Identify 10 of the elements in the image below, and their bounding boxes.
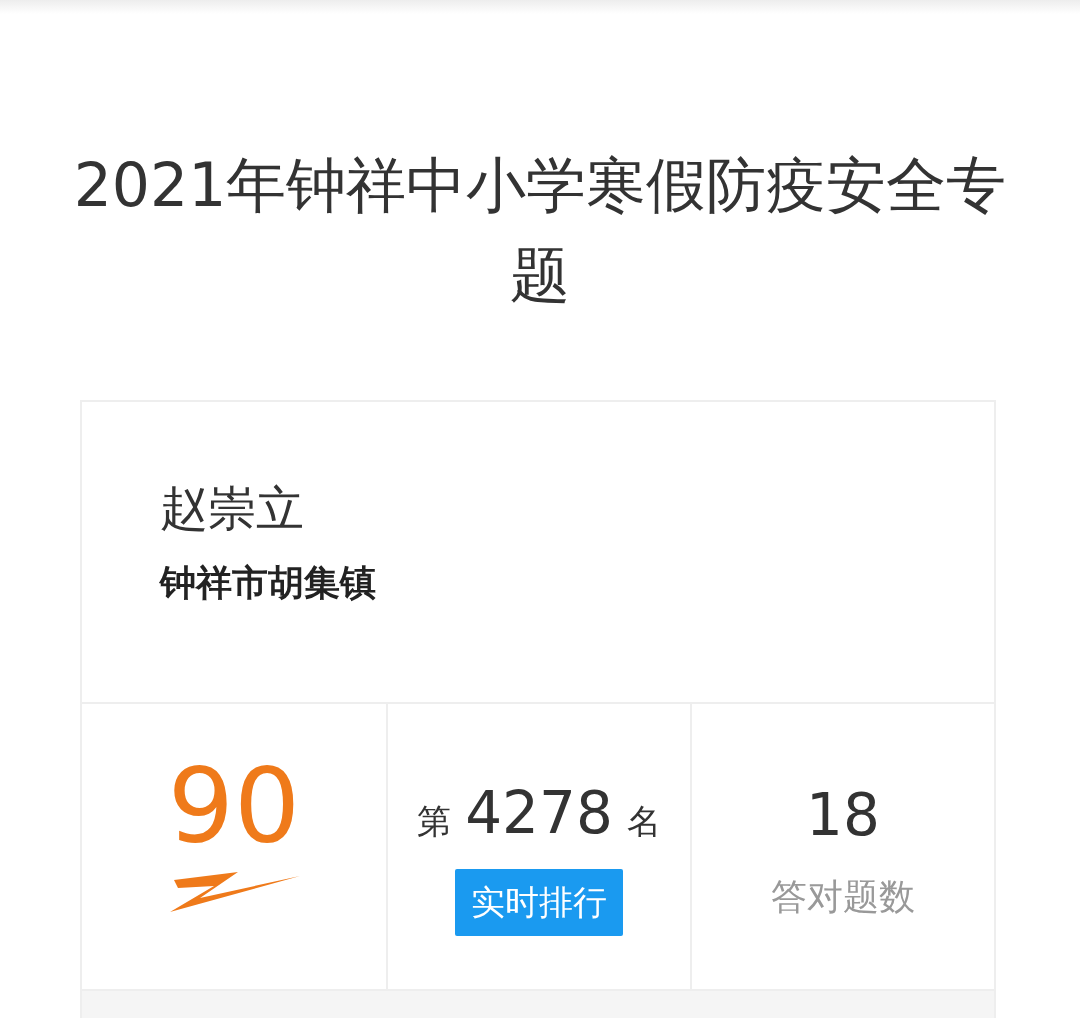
rank-value: 4278 xyxy=(465,784,613,842)
ranking-button[interactable]: 实时排行 xyxy=(455,869,623,936)
score-value: 90 xyxy=(167,754,301,858)
page-title: 2021年钟祥中小学寒假防疫安全专题 xyxy=(72,149,1008,312)
rank-prefix: 第 xyxy=(417,800,452,843)
correct-count-label: 答对题数 xyxy=(771,875,915,919)
rank-suffix: 名 xyxy=(626,800,661,843)
correct-count: 18 xyxy=(806,786,880,844)
user-region: 钟祥市胡集镇 xyxy=(160,561,377,605)
user-name: 赵崇立 xyxy=(160,479,305,538)
